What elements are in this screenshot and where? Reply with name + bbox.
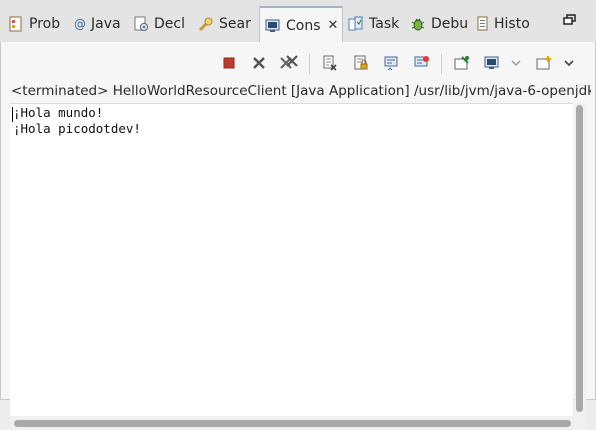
tasks-icon	[348, 16, 364, 32]
remove-all-terminated-icon[interactable]	[280, 54, 298, 72]
console-panel: <terminated> HelloWorldResourceClient [J…	[0, 42, 596, 430]
tab-console[interactable]: Cons ✕	[259, 6, 343, 43]
view-tab-bar: Prob @ Java Decl Sear Cons ✕ Task Debu H…	[0, 0, 596, 43]
tab-label: Debu	[431, 16, 469, 32]
declaration-icon	[133, 16, 149, 32]
console-line: ¡Hola picodotdev!	[13, 121, 141, 136]
horizontal-scrollbar-thumb[interactable]	[14, 420, 571, 427]
scroll-lock-icon[interactable]	[352, 54, 370, 72]
tab-label: Java	[91, 16, 121, 32]
console-output[interactable]: ¡Hola mundo! ¡Hola picodotdev!	[10, 103, 573, 417]
svg-text:@: @	[74, 17, 86, 31]
vertical-scrollbar[interactable]	[574, 103, 586, 416]
open-console-icon[interactable]	[535, 54, 553, 72]
console-line: ¡Hola mundo!	[13, 105, 104, 120]
console-description: <terminated> HelloWorldResourceClient [J…	[11, 83, 591, 99]
javadoc-icon: @	[74, 16, 86, 32]
console-toolbar	[1, 42, 595, 84]
tab-search[interactable]: Sear	[198, 11, 251, 37]
chevron-down-icon[interactable]	[562, 54, 576, 72]
close-icon[interactable]: ✕	[328, 18, 339, 33]
tab-history[interactable]: Histo	[477, 11, 530, 37]
console-icon	[265, 18, 281, 34]
horizontal-scrollbar[interactable]	[10, 416, 573, 430]
tab-declaration[interactable]: Decl	[133, 11, 185, 37]
toolbar-separator	[309, 54, 310, 74]
debug-icon	[410, 16, 426, 32]
show-console-on-output-icon[interactable]	[413, 54, 431, 72]
tab-tasks[interactable]: Task	[348, 11, 399, 37]
toolbar-separator	[441, 54, 442, 74]
tab-javadoc[interactable]: @ Java	[74, 11, 121, 37]
search-icon	[198, 16, 214, 32]
maximize-icon[interactable]	[563, 14, 577, 26]
chevron-down-icon[interactable]	[510, 54, 522, 72]
tab-label: Task	[369, 16, 400, 32]
tab-label: Sear	[219, 16, 251, 32]
tab-label: Cons	[286, 17, 321, 34]
console-view-window: Prob @ Java Decl Sear Cons ✕ Task Debu H…	[0, 0, 596, 430]
scrollbar-corner	[574, 416, 586, 430]
vertical-scrollbar-thumb[interactable]	[576, 105, 583, 412]
pin-console-icon[interactable]	[453, 54, 471, 72]
word-wrap-icon[interactable]	[383, 54, 401, 72]
tab-label: Histo	[494, 16, 530, 32]
terminate-icon[interactable]	[220, 54, 238, 72]
display-selected-console-icon[interactable]	[483, 54, 501, 72]
tab-problems[interactable]: Prob	[8, 11, 60, 37]
tab-label: Prob	[29, 16, 61, 32]
tab-label: Decl	[154, 16, 185, 32]
clear-console-icon[interactable]	[321, 54, 339, 72]
remove-launch-icon[interactable]	[250, 54, 268, 72]
problems-icon	[8, 16, 24, 32]
history-icon	[477, 16, 489, 32]
tab-debug[interactable]: Debu	[410, 11, 468, 37]
